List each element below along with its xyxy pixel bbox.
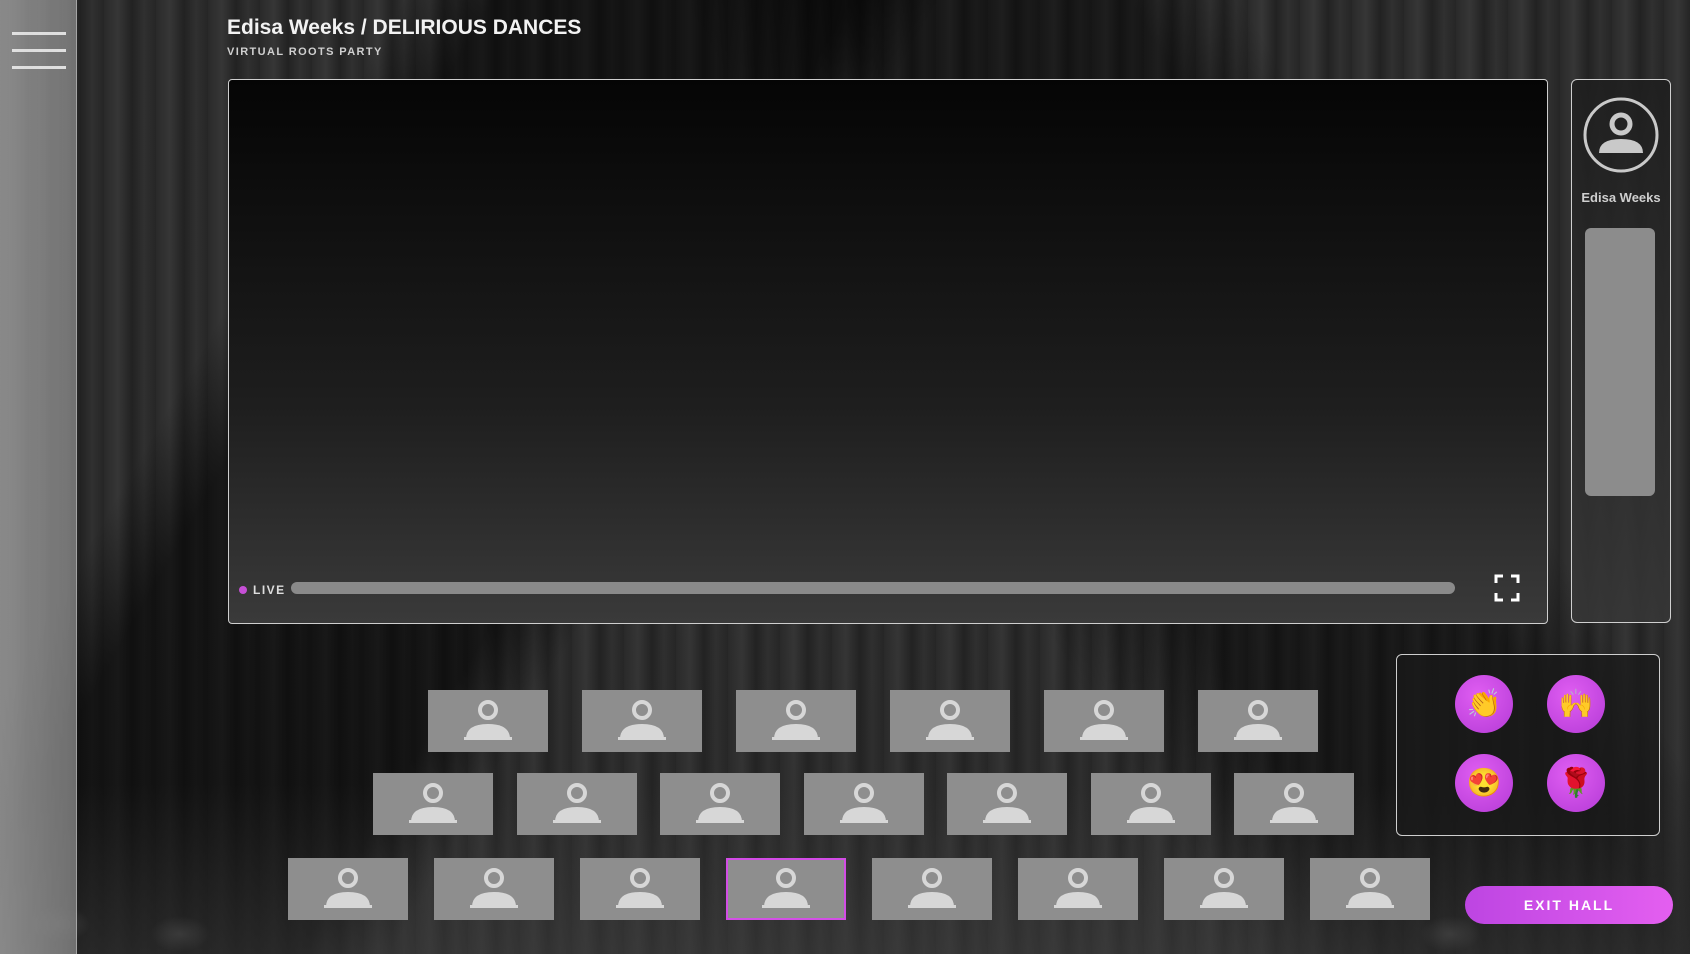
page-title: Edisa Weeks / DELIRIOUS DANCES bbox=[227, 16, 582, 39]
user-icon bbox=[462, 697, 514, 746]
raise-hands-icon: 🙌 bbox=[1558, 688, 1594, 719]
audience-seat[interactable] bbox=[373, 773, 493, 835]
user-icon bbox=[1344, 865, 1396, 914]
user-icon bbox=[1268, 780, 1320, 829]
user-icon bbox=[924, 697, 976, 746]
progress-bar[interactable] bbox=[291, 582, 1455, 594]
video-player[interactable]: LIVE bbox=[228, 79, 1548, 624]
user-icon bbox=[407, 780, 459, 829]
audience-seat[interactable] bbox=[428, 690, 548, 752]
user-icon bbox=[838, 780, 890, 829]
audience-seat[interactable] bbox=[660, 773, 780, 835]
user-icon bbox=[468, 865, 520, 914]
audience-seat[interactable] bbox=[872, 858, 992, 920]
audience-seat[interactable] bbox=[726, 858, 846, 920]
audience-seat[interactable] bbox=[1310, 858, 1430, 920]
user-icon bbox=[1232, 697, 1284, 746]
rose-reaction-button[interactable]: 🌹 bbox=[1547, 754, 1605, 812]
hamburger-menu-icon[interactable] bbox=[12, 32, 66, 70]
audience-seat[interactable] bbox=[1044, 690, 1164, 752]
presenter-panel: Edisa Weeks bbox=[1571, 79, 1671, 623]
fullscreen-icon[interactable] bbox=[1494, 574, 1520, 602]
user-icon bbox=[614, 865, 666, 914]
exit-hall-button[interactable]: EXIT HALL bbox=[1465, 886, 1673, 924]
user-icon bbox=[1078, 697, 1130, 746]
user-icon bbox=[694, 780, 746, 829]
user-icon bbox=[906, 865, 958, 914]
page-subtitle: VIRTUAL ROOTS PARTY bbox=[227, 46, 383, 58]
audience-seat[interactable] bbox=[1164, 858, 1284, 920]
clap-reaction-button[interactable]: 👏 bbox=[1455, 675, 1513, 733]
user-avatar-icon bbox=[1583, 97, 1659, 173]
audience-seat[interactable] bbox=[1018, 858, 1138, 920]
user-icon bbox=[770, 697, 822, 746]
presenter-name: Edisa Weeks bbox=[1581, 190, 1661, 205]
live-label: LIVE bbox=[253, 583, 286, 597]
user-icon bbox=[1198, 865, 1250, 914]
user-icon bbox=[551, 780, 603, 829]
audience-seat[interactable] bbox=[890, 690, 1010, 752]
heart-eyes-reaction-button[interactable]: 😍 bbox=[1455, 754, 1513, 812]
live-indicator-dot bbox=[239, 586, 247, 594]
rose-icon: 🌹 bbox=[1558, 767, 1594, 798]
user-icon bbox=[616, 697, 668, 746]
reactions-panel: 👏 🙌 😍 🌹 bbox=[1396, 654, 1660, 836]
user-icon bbox=[322, 865, 374, 914]
raise-hands-reaction-button[interactable]: 🙌 bbox=[1547, 675, 1605, 733]
user-icon bbox=[981, 780, 1033, 829]
audience-seat[interactable] bbox=[288, 858, 408, 920]
clap-icon: 👏 bbox=[1466, 688, 1502, 719]
sidebar bbox=[0, 0, 77, 954]
heart-eyes-icon: 😍 bbox=[1466, 767, 1502, 798]
audience-seat[interactable] bbox=[947, 773, 1067, 835]
audience-seat[interactable] bbox=[580, 858, 700, 920]
audience-seat[interactable] bbox=[434, 858, 554, 920]
user-icon bbox=[1052, 865, 1104, 914]
audience-seat[interactable] bbox=[1091, 773, 1211, 835]
audience-seat[interactable] bbox=[1198, 690, 1318, 752]
audience-seat[interactable] bbox=[736, 690, 856, 752]
audience-seat[interactable] bbox=[1234, 773, 1354, 835]
audience-seat[interactable] bbox=[582, 690, 702, 752]
presenter-video-slot bbox=[1585, 228, 1655, 496]
user-icon bbox=[1125, 780, 1177, 829]
user-icon bbox=[760, 865, 812, 914]
audience-seat[interactable] bbox=[517, 773, 637, 835]
audience-seat[interactable] bbox=[804, 773, 924, 835]
